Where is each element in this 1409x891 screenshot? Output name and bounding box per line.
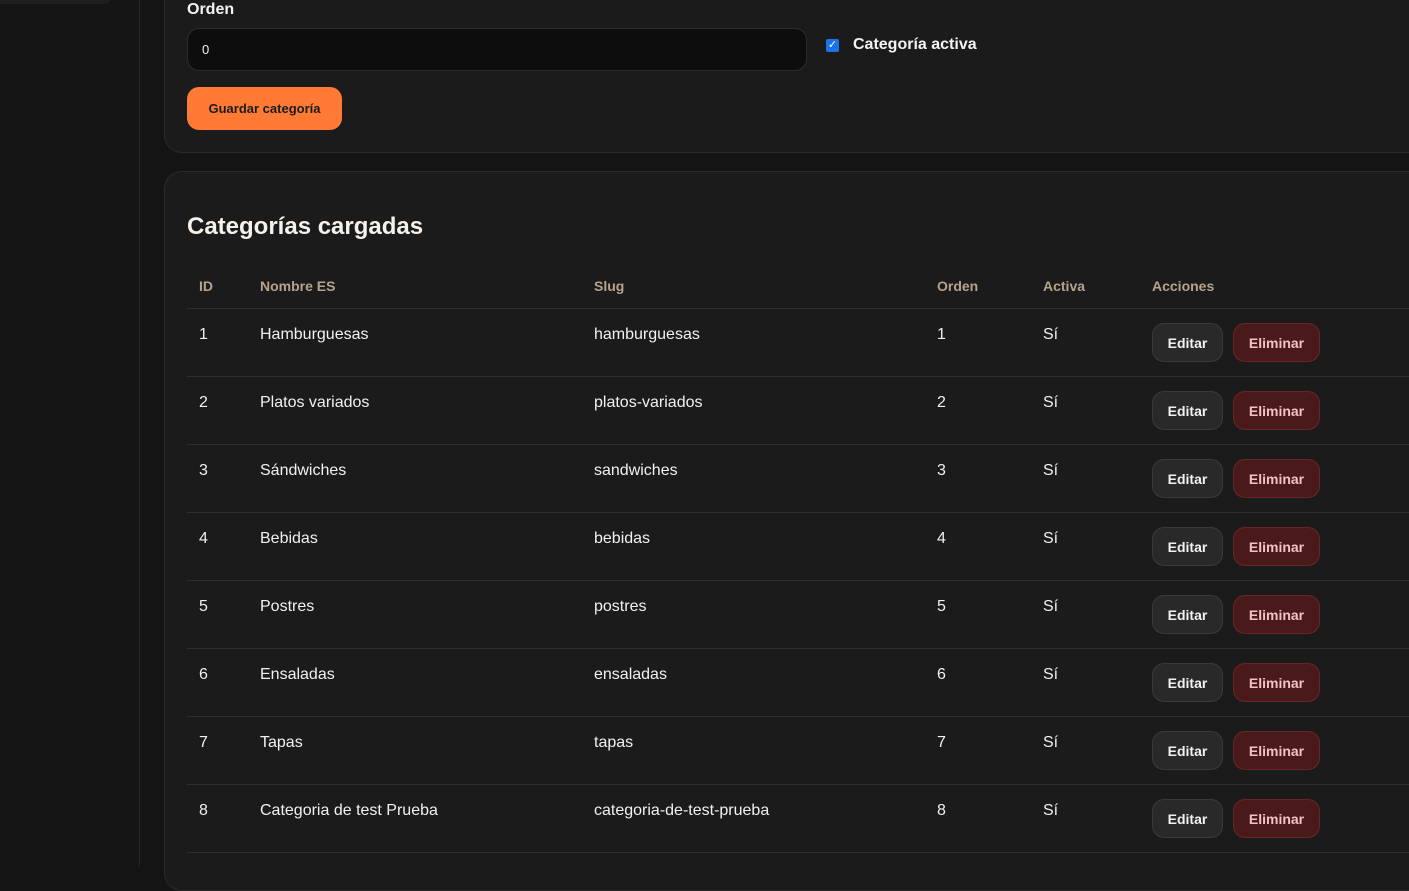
header-slug: Slug: [594, 278, 625, 294]
table-row: 7 Tapas tapas 7 Sí Editar Eliminar: [187, 717, 1409, 785]
cell-orden: 4: [937, 530, 946, 547]
table-row: 8 Categoria de test Prueba categoria-de-te…: [187, 785, 1409, 853]
cell-slug: postres: [594, 598, 647, 615]
header-orden: Orden: [937, 278, 979, 294]
cell-name: Hamburguesas: [260, 326, 369, 343]
cell-activa: Sí: [1043, 802, 1059, 819]
cell-slug: ensaladas: [594, 666, 667, 683]
delete-button[interactable]: Eliminar: [1233, 323, 1320, 362]
header-id: ID: [199, 278, 213, 294]
cell-orden: 2: [937, 394, 946, 411]
orden-input[interactable]: [187, 28, 807, 71]
table-row: 1 Hamburguesas hamburguesas 1 Sí Editar Elimin…: [187, 309, 1409, 377]
header-name: Nombre ES: [260, 278, 336, 294]
active-checkbox-label[interactable]: Categoría activa: [853, 36, 977, 54]
delete-button[interactable]: Eliminar: [1233, 799, 1320, 838]
delete-button[interactable]: Eliminar: [1233, 391, 1320, 430]
cell-name: Tapas: [260, 734, 303, 751]
cell-name: Sándwiches: [260, 462, 347, 479]
table-row: 6 Ensaladas ensaladas 6 Sí Editar Eliminar: [187, 649, 1409, 717]
cell-id: 1: [199, 326, 208, 343]
table-row: 2 Platos variados platos-variados 2 Sí Editar…: [187, 377, 1409, 445]
active-checkbox[interactable]: ✓: [826, 38, 839, 52]
section-title: Categorías cargadas: [187, 213, 424, 240]
table-row: 4 Bebidas bebidas 4 Sí Editar Eliminar: [187, 513, 1409, 581]
cell-name: Ensaladas: [260, 666, 335, 683]
edit-button[interactable]: Editar: [1152, 663, 1223, 702]
header-acciones: Acciones: [1152, 278, 1215, 294]
delete-button[interactable]: Eliminar: [1233, 731, 1320, 770]
cell-slug: sandwiches: [594, 462, 678, 479]
cell-id: 6: [199, 666, 208, 683]
edit-button[interactable]: Editar: [1152, 459, 1223, 498]
edit-button[interactable]: Editar: [1152, 391, 1223, 430]
cell-name: Platos variados: [260, 394, 370, 411]
delete-button[interactable]: Eliminar: [1233, 595, 1320, 634]
cell-slug: tapas: [594, 734, 634, 751]
cell-orden: 1: [937, 326, 946, 343]
cell-activa: Sí: [1043, 394, 1059, 411]
delete-button[interactable]: Eliminar: [1233, 459, 1320, 498]
cell-id: 7: [199, 734, 208, 751]
table-body: 1 Hamburguesas hamburguesas 1 Sí Editar Elimin…: [187, 309, 1409, 853]
save-category-button[interactable]: Guardar categoría: [187, 87, 342, 130]
cell-name: Postres: [260, 598, 315, 615]
cell-slug: categoria-de-test-prueba: [594, 802, 770, 819]
header-activa: Activa: [1043, 278, 1086, 294]
cell-activa: Sí: [1043, 530, 1059, 547]
cell-name: Categoria de test Prueba: [260, 802, 438, 819]
edit-button[interactable]: Editar: [1152, 323, 1223, 362]
cell-slug: hamburguesas: [594, 326, 700, 343]
sidebar-item[interactable]: [0, 0, 112, 4]
table-header: ID Nombre ES Slug Orden Activa Acciones: [187, 266, 1409, 309]
delete-button[interactable]: Eliminar: [1233, 527, 1320, 566]
cell-id: 5: [199, 598, 208, 615]
cell-orden: 5: [937, 598, 946, 615]
cell-id: 2: [199, 394, 208, 411]
cell-slug: platos-variados: [594, 394, 703, 411]
edit-button[interactable]: Editar: [1152, 731, 1223, 770]
table-row: 3 Sándwiches sandwiches 3 Sí Editar Eliminar: [187, 445, 1409, 513]
cell-orden: 8: [937, 802, 946, 819]
cell-orden: 3: [937, 462, 946, 479]
categories-table: ID Nombre ES Slug Orden Activa Acciones …: [187, 266, 1409, 853]
cell-id: 3: [199, 462, 208, 479]
cell-activa: Sí: [1043, 326, 1059, 343]
cell-activa: Sí: [1043, 598, 1059, 615]
category-form-card: [164, 0, 1409, 153]
table-row: 5 Postres postres 5 Sí Editar Eliminar: [187, 581, 1409, 649]
orden-label: Orden: [187, 1, 235, 18]
cell-id: 8: [199, 802, 208, 819]
active-checkbox-field[interactable]: ✓ Categoría activa: [826, 36, 977, 54]
edit-button[interactable]: Editar: [1152, 527, 1223, 566]
cell-orden: 6: [937, 666, 946, 683]
cell-slug: bebidas: [594, 530, 651, 547]
cell-activa: Sí: [1043, 462, 1059, 479]
delete-button[interactable]: Eliminar: [1233, 663, 1320, 702]
cell-name: Bebidas: [260, 530, 318, 547]
cell-activa: Sí: [1043, 666, 1059, 683]
cell-id: 4: [199, 530, 208, 547]
cell-orden: 7: [937, 734, 946, 751]
edit-button[interactable]: Editar: [1152, 799, 1223, 838]
sidebar: [0, 0, 140, 867]
edit-button[interactable]: Editar: [1152, 595, 1223, 634]
cell-activa: Sí: [1043, 734, 1059, 751]
